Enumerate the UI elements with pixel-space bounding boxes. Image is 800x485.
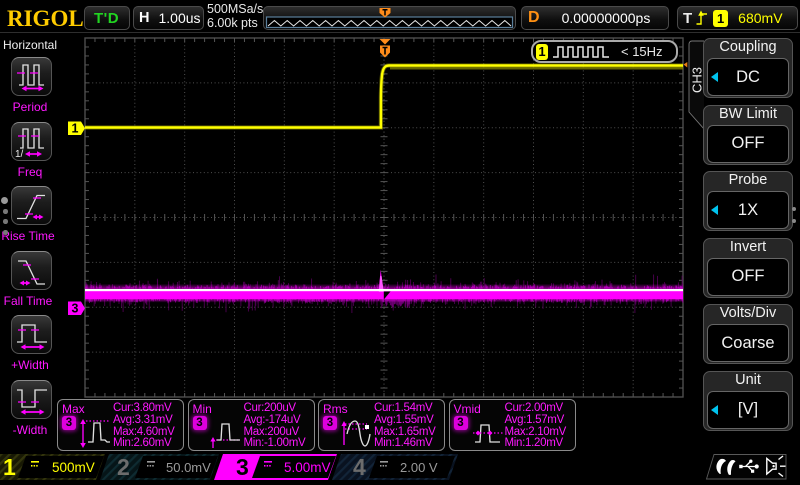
svg-text:50.0mV: 50.0mV: [166, 460, 211, 475]
svg-text:4: 4: [353, 454, 366, 480]
svg-text:CH3: CH3: [690, 67, 705, 93]
svg-text:1: 1: [72, 122, 79, 136]
svg-text:500mV: 500mV: [52, 460, 95, 475]
svg-text:2: 2: [117, 454, 130, 480]
svg-text:2.00 V: 2.00 V: [400, 460, 438, 475]
svg-text:1: 1: [3, 454, 16, 480]
svg-text:5.00mV: 5.00mV: [284, 460, 331, 475]
svg-text:3: 3: [236, 454, 249, 480]
svg-text:1/: 1/: [15, 149, 24, 160]
svg-text:3: 3: [72, 302, 79, 316]
